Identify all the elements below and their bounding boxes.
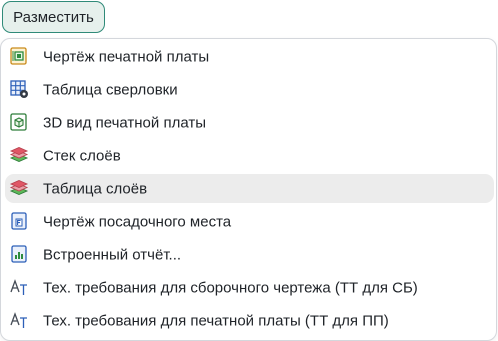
menu-item-label: Встроенный отчёт... bbox=[43, 246, 182, 263]
footprint-drawing-icon bbox=[11, 212, 27, 230]
menu-item-pcb-requirements[interactable]: Тех. требования для печатной платы (ТТ д… bbox=[5, 306, 494, 335]
menu-item-label: 3D вид печатной платы bbox=[43, 114, 206, 131]
pcb-3d-view-icon bbox=[10, 113, 27, 131]
place-dropdown-menu: Чертёж печатной платы Таблица сверловки … bbox=[0, 38, 497, 341]
menu-item-label: Чертёж посадочного места bbox=[43, 213, 232, 230]
embedded-report-icon bbox=[11, 245, 27, 263]
menu-item-label: Чертёж печатной платы bbox=[43, 48, 210, 65]
menu-item-label: Таблица слоёв bbox=[43, 180, 148, 197]
menu-item-embedded-report[interactable]: Встроенный отчёт... bbox=[5, 240, 494, 269]
menu-item-drill-table[interactable]: Таблица сверловки bbox=[5, 75, 494, 104]
menu-item-label: Тех. требования для сборочного чертежа (… bbox=[43, 279, 418, 296]
menu-item-label: Таблица сверловки bbox=[43, 81, 178, 98]
text-requirements-icon bbox=[10, 279, 27, 295]
drill-table-icon bbox=[10, 80, 28, 98]
pcb-drawing-icon bbox=[10, 47, 27, 65]
menu-item-pcb-drawing[interactable]: Чертёж печатной платы bbox=[5, 42, 494, 71]
menu-item-label: Тех. требования для печатной платы (ТТ д… bbox=[43, 312, 389, 329]
text-requirements-icon bbox=[10, 312, 27, 328]
layer-table-icon bbox=[9, 180, 29, 195]
menu-item-label: Стек слоёв bbox=[43, 147, 121, 164]
layer-stack-icon bbox=[9, 147, 29, 162]
menu-item-assembly-requirements[interactable]: Тех. требования для сборочного чертежа (… bbox=[5, 273, 494, 302]
place-button[interactable]: Разместить bbox=[2, 1, 105, 33]
menu-item-layer-stack[interactable]: Стек слоёв bbox=[5, 141, 494, 170]
menu-item-layer-table[interactable]: Таблица слоёв bbox=[5, 174, 494, 203]
menu-item-footprint-drawing[interactable]: Чертёж посадочного места bbox=[5, 207, 494, 236]
menu-item-pcb-3d-view[interactable]: 3D вид печатной платы bbox=[5, 108, 494, 137]
